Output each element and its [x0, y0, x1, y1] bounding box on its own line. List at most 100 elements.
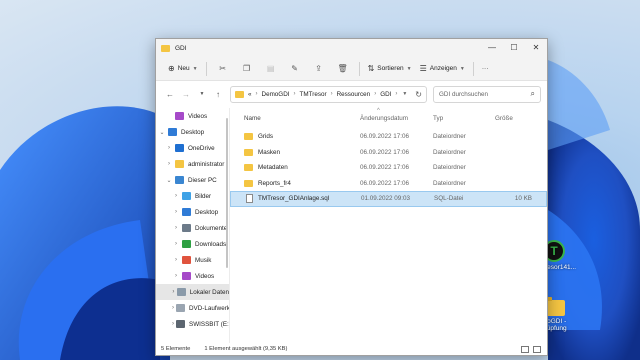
- file-row[interactable]: TMTresor_GDIAnlage.sql 01.09.2022 09:03 SQ…: [230, 191, 547, 207]
- chevron-right-icon[interactable]: ›: [172, 241, 180, 247]
- back-arrow-icon[interactable]: ←: [162, 90, 178, 99]
- sidebar-item[interactable]: › Dokumente: [156, 220, 229, 236]
- sidebar-item[interactable]: › administrator: [156, 156, 229, 172]
- sidebar-item[interactable]: › Musik: [156, 252, 229, 268]
- location-icon: [175, 144, 184, 152]
- view-button[interactable]: ☰ Anzeigen ▼: [416, 60, 469, 78]
- up-arrow-icon[interactable]: ↑: [210, 90, 226, 99]
- breadcrumb-item[interactable]: TMTresor: [300, 91, 327, 98]
- item-count: 5 Elemente: [161, 346, 191, 352]
- folder-icon: [161, 44, 170, 52]
- sidebar-item-label: administrator: [188, 160, 225, 168]
- file-list: ^ Name Änderungsdatum Typ Größe Grids 06.…: [230, 108, 547, 343]
- new-button-label: Neu: [177, 65, 190, 72]
- file-type: Dateiordner: [433, 164, 466, 172]
- file-type: SQL-Datei: [434, 195, 464, 203]
- sidebar-item[interactable]: › Desktop: [156, 204, 229, 220]
- chevron-right-icon: ›: [330, 91, 333, 97]
- chevron-down-icon[interactable]: ▼: [402, 91, 407, 97]
- rename-icon[interactable]: ✎: [283, 64, 307, 73]
- chevron-down-icon[interactable]: ⌄: [158, 129, 166, 136]
- sidebar-item-label: Downloads: [195, 240, 227, 248]
- file-name-cell: Grids: [230, 133, 360, 141]
- breadcrumb-item[interactable]: GDI: [380, 91, 391, 98]
- sidebar-item[interactable]: › Lokaler Daten: [156, 284, 229, 300]
- sidebar-item[interactable]: › DVD-Laufwerk: [156, 300, 229, 316]
- column-type[interactable]: Typ: [433, 115, 495, 122]
- file-date: 06.09.2022 17:06: [360, 179, 410, 187]
- column-date[interactable]: Änderungsdatum: [360, 115, 433, 122]
- file-size: 10 KB: [514, 195, 532, 203]
- new-button[interactable]: ⊕ Neu ▼: [164, 60, 202, 78]
- file-row[interactable]: Metadaten 06.09.2022 17:06 Dateiordner: [230, 160, 547, 176]
- column-size[interactable]: Größe: [495, 115, 531, 122]
- sidebar-item-label: Bilder: [195, 192, 212, 200]
- file-name: Masken: [258, 148, 281, 156]
- sidebar-item[interactable]: › OneDrive: [156, 140, 229, 156]
- file-row[interactable]: Masken 06.09.2022 17:06 Dateiordner: [230, 145, 547, 161]
- details-view-icon[interactable]: [521, 345, 529, 353]
- chevron-right-icon: ›: [255, 91, 258, 97]
- search-icon: ⌕: [530, 89, 535, 98]
- column-name[interactable]: Name: [230, 115, 360, 122]
- paste-icon[interactable]: ▤: [259, 64, 283, 73]
- chevron-right-icon[interactable]: ›: [172, 273, 180, 279]
- sidebar-item-label: SWISSBIT (E:): [189, 320, 230, 328]
- sidebar-item[interactable]: › Videos: [156, 268, 229, 284]
- location-icon: [176, 304, 185, 312]
- chevron-right-icon[interactable]: ›: [172, 225, 180, 231]
- folder-icon: [244, 133, 253, 141]
- forward-arrow-icon[interactable]: →: [178, 90, 194, 99]
- address-bar[interactable]: « › DemoGDI › TMTresor › Ressourcen › GD…: [230, 85, 427, 103]
- copy-icon[interactable]: ❐: [235, 64, 259, 73]
- sidebar-item[interactable]: › Bilder: [156, 188, 229, 204]
- chevron-right-icon[interactable]: ›: [172, 209, 180, 215]
- refresh-icon[interactable]: ↻: [415, 90, 422, 99]
- tiles-view-icon[interactable]: [533, 345, 541, 353]
- chevron-right-icon[interactable]: ›: [165, 145, 173, 151]
- sidebar-scrollbar[interactable]: [226, 118, 228, 268]
- file-date: 01.09.2022 09:03: [361, 195, 411, 203]
- chevron-right-icon[interactable]: ›: [172, 321, 174, 327]
- folder-icon: [244, 164, 253, 172]
- maximize-button[interactable]: ☐: [503, 39, 525, 57]
- breadcrumb-overflow[interactable]: «: [248, 91, 252, 98]
- sidebar-item-label: Videos: [195, 272, 215, 280]
- title-bar[interactable]: GDI — ☐ ✕: [156, 39, 547, 57]
- close-button[interactable]: ✕: [525, 39, 547, 57]
- sidebar-item[interactable]: › SWISSBIT (E:): [156, 316, 229, 332]
- sidebar-item[interactable]: Videos: [156, 108, 229, 124]
- chevron-right-icon[interactable]: ›: [172, 289, 175, 295]
- chevron-right-icon[interactable]: ›: [172, 193, 180, 199]
- location-icon: [182, 208, 191, 216]
- file-row[interactable]: Reports_fr4 06.09.2022 17:06 Dateiordner: [230, 176, 547, 192]
- delete-icon[interactable]: 🗑: [331, 64, 355, 73]
- search-box[interactable]: GDI durchsuchen ⌕: [433, 85, 541, 103]
- breadcrumb-item[interactable]: DemoGDI: [262, 91, 290, 98]
- chevron-right-icon[interactable]: ›: [165, 161, 173, 167]
- file-type: Dateiordner: [433, 179, 466, 187]
- file-name: Metadaten: [258, 164, 288, 172]
- sort-button[interactable]: ⇅ Sortieren ▼: [364, 60, 416, 78]
- file-name: Reports_fr4: [258, 179, 291, 187]
- sidebar-item[interactable]: ⌄ Desktop: [156, 124, 229, 140]
- selection-info: 1 Element ausgewählt (9,35 KB): [204, 346, 288, 352]
- navigation-pane: Videos ⌄ Desktop › OneDrive › administrator ⌄ Di…: [156, 108, 230, 343]
- sidebar-item[interactable]: › Downloads: [156, 236, 229, 252]
- share-icon[interactable]: ⇪: [307, 64, 331, 73]
- chevron-down-icon[interactable]: ⌄: [165, 177, 173, 184]
- sidebar-item-label: DVD-Laufwerk: [189, 304, 230, 312]
- cut-icon[interactable]: ✂: [211, 64, 235, 73]
- location-icon: [182, 256, 191, 264]
- recent-chevron-icon[interactable]: ▼: [194, 91, 210, 97]
- chevron-right-icon: ›: [374, 91, 377, 97]
- more-button[interactable]: ···: [478, 60, 493, 78]
- toolbar-divider: [205, 61, 207, 76]
- minimize-button[interactable]: —: [481, 39, 503, 57]
- breadcrumb-item[interactable]: Ressourcen: [337, 91, 371, 98]
- chevron-right-icon[interactable]: ›: [172, 257, 180, 263]
- file-type: Dateiordner: [433, 148, 466, 156]
- chevron-right-icon[interactable]: ›: [172, 305, 174, 311]
- file-row[interactable]: Grids 06.09.2022 17:06 Dateiordner: [230, 129, 547, 145]
- sidebar-item[interactable]: ⌄ Dieser PC: [156, 172, 229, 188]
